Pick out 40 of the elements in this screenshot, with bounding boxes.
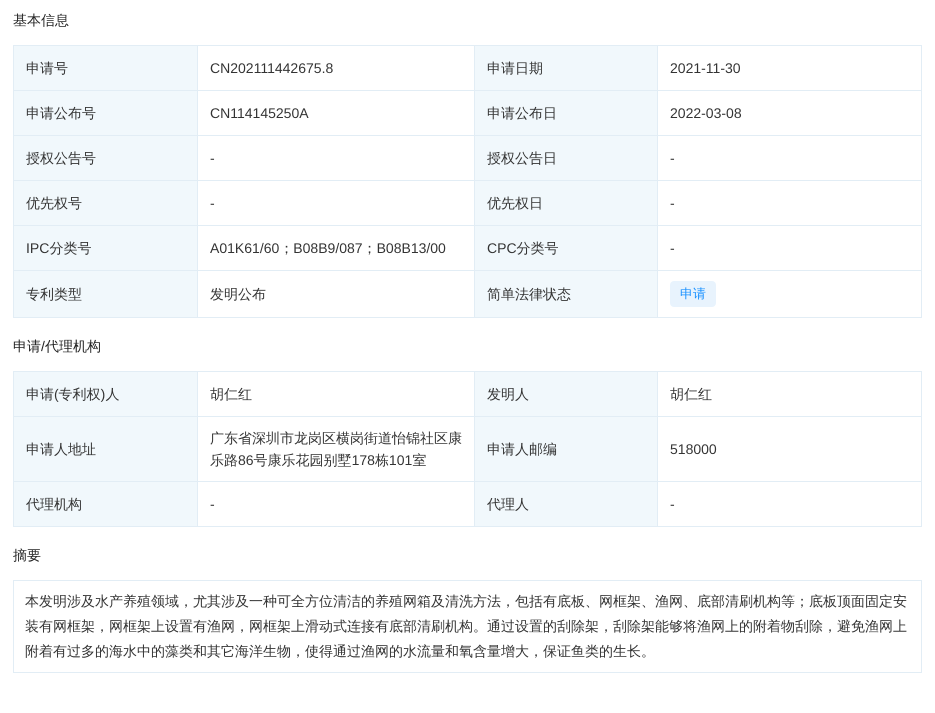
section-title: 申请/代理机构 <box>13 337 102 356</box>
field-label: 发明人 <box>487 384 529 404</box>
field-value: CN202111442675.8 <box>210 59 334 78</box>
field-value: - <box>670 495 675 514</box>
field-label: 优先权日 <box>487 194 543 212</box>
field-label: 授权公告日 <box>487 148 557 168</box>
field-value: - <box>210 149 215 168</box>
field-value: A01K61/60；B08B9/087；B08B13/00 <box>210 239 446 258</box>
section-title: 摘要 <box>13 546 42 565</box>
field-label: IPC分类号 <box>26 238 92 258</box>
status-tag: 申请 <box>670 281 716 307</box>
field-value: 2022-03-08 <box>670 104 742 123</box>
field-value: - <box>670 194 675 213</box>
field-value: 广东省深圳市龙岗区横岗街道怡锦社区康乐路86号康乐花园别墅178栋101室 <box>210 429 462 470</box>
field-value: - <box>210 495 215 514</box>
section-title: 基本信息 <box>13 11 70 30</box>
field-label: 申请公布号 <box>26 104 96 122</box>
field-value: - <box>670 239 675 258</box>
field-value: 发明公布 <box>210 285 266 304</box>
field-label: 申请日期 <box>487 58 543 78</box>
field-label: 专利类型 <box>26 284 82 304</box>
field-label: 授权公告号 <box>26 148 96 168</box>
field-value: - <box>670 149 675 168</box>
field-label: 申请人地址 <box>26 440 96 458</box>
field-label: 简单法律状态 <box>487 284 571 304</box>
field-value: CN114145250A <box>210 104 309 123</box>
field-value: 胡仁红 <box>210 385 252 404</box>
field-value: 胡仁红 <box>670 385 712 404</box>
field-label: 代理机构 <box>26 494 82 514</box>
field-value: - <box>210 194 215 213</box>
field-label: 申请(专利权)人 <box>26 384 120 404</box>
field-label: 申请人邮编 <box>487 440 557 458</box>
field-value: 2021-11-30 <box>670 59 741 78</box>
field-label: 申请公布日 <box>487 104 557 122</box>
field-label: 申请号 <box>26 58 68 78</box>
field-label: 代理人 <box>487 494 529 514</box>
field-label: CPC分类号 <box>487 238 559 258</box>
field-label: 优先权号 <box>26 194 82 212</box>
field-value: 518000 <box>670 440 717 459</box>
abstract-text: 本发明涉及水产养殖领域，尤其涉及一种可全方位清洁的养殖网箱及清洗方法，包括有底板、网框架、渔网、底部清刷机构等；底板顶面固定安装有网框架，网框架上设置有渔网，网框架上滑动式连接有底部清刷机构。通过设置的刮除架，刮除架能够将渔网上的附着物刮除，避免渔网上附着有过多的海水中的藻类和其它海洋生物，使得通过渔网的水流量和氧含量增大，保证鱼类的生长。 <box>25 592 908 661</box>
